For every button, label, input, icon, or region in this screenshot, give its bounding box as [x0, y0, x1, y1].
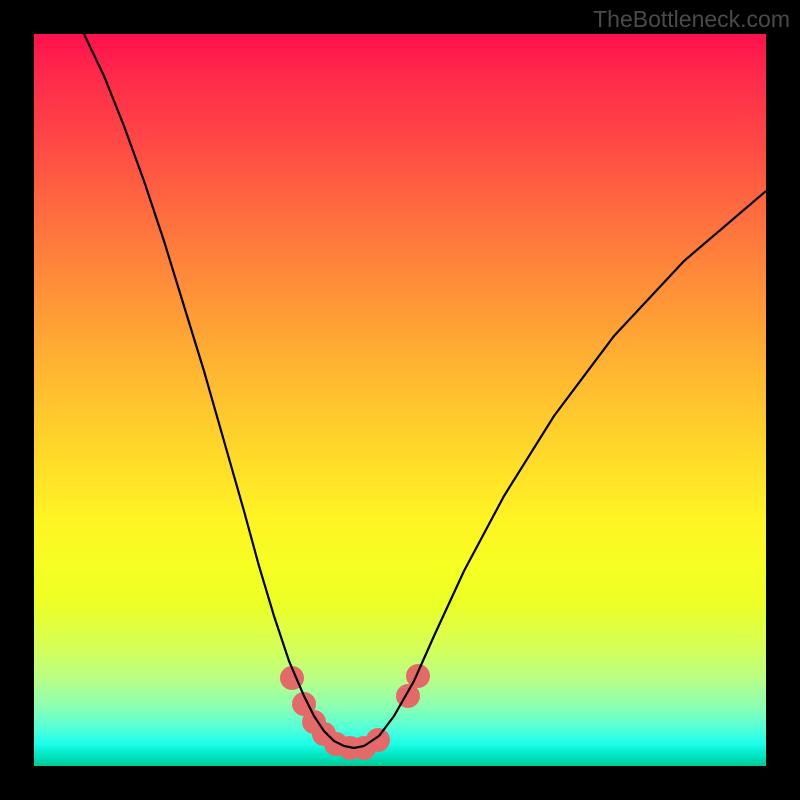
highlight-dot [366, 728, 390, 752]
highlight-markers [280, 664, 430, 760]
plot-area [34, 34, 766, 766]
highlight-dot [406, 664, 430, 688]
chart-svg [34, 34, 766, 766]
chart-frame: TheBottleneck.com [0, 0, 800, 800]
bottleneck-curve [84, 34, 766, 748]
attribution-watermark: TheBottleneck.com [593, 6, 790, 33]
